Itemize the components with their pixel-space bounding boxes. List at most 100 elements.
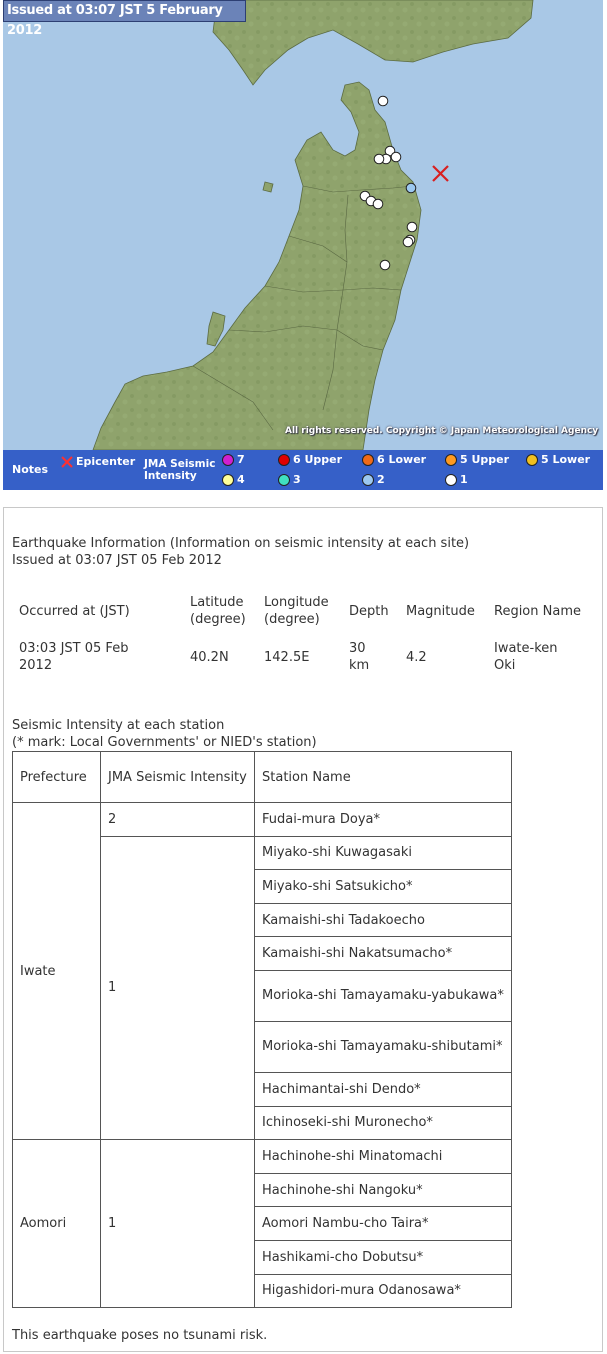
value-occurred: 03:03 JST 05 Feb 2012	[19, 641, 129, 673]
station-cell: Ichinoseki-shi Muronecho*	[254, 1105, 512, 1141]
intensity-5-upper-circle-icon	[445, 453, 457, 466]
header-region: Region Name	[494, 603, 581, 619]
station-cell: Morioka-shi Tamayamaku-shibutami*	[254, 1020, 512, 1073]
summary-header-row: Occurred at (JST) Latitude (degree) Long…	[12, 590, 595, 632]
station-circle-icon	[379, 259, 391, 271]
legend-epicenter-label: Epicenter	[76, 455, 136, 468]
map-legend: Notes Epicenter JMA Seismic Intensity 7 …	[3, 450, 603, 490]
info-issued-line: Issued at 03:07 JST 05 Feb 2012	[12, 553, 222, 568]
intensity-cell: 1	[100, 835, 255, 1141]
prefecture-cell: Iwate	[12, 801, 101, 1141]
info-title-line1: Earthquake Information (Information on s…	[12, 536, 470, 551]
station-cell: Kamaishi-shi Nakatsumacho*	[254, 936, 512, 971]
legend-item-label: 7	[237, 453, 245, 466]
issued-banner: Issued at 03:07 JST 5 February 2012	[3, 0, 246, 38]
legend-item-label: 6 Lower	[377, 453, 427, 466]
legend-item-label: 6 Upper	[293, 453, 343, 466]
legend-item-label: 5 Lower	[541, 453, 591, 466]
info-title: Earthquake Information (Information on s…	[12, 535, 469, 569]
table-row: Aomori 1 Hachinohe-shi Minatomachi	[12, 1139, 512, 1309]
legend-item-1: 1	[445, 473, 468, 486]
station-cell: Miyako-shi Kuwagasaki	[254, 835, 512, 871]
copyright-notice: All rights reserved. Copyright © Japan M…	[285, 426, 599, 436]
value-latitude: 40.2N	[190, 649, 229, 665]
legend-jma-label: JMA Seismic Intensity	[144, 458, 215, 482]
seismic-map: Issued at 03:07 JST 5 February 2012 All …	[3, 0, 603, 490]
station-cell: Fudai-mura Doya*	[254, 802, 512, 837]
intensity-cell: 2	[100, 802, 255, 837]
station-title-line1: Seismic Intensity at each station	[12, 718, 225, 733]
station-circle-icon	[390, 151, 402, 163]
legend-item-4: 4	[222, 473, 245, 486]
honshu-landmass	[92, 81, 422, 450]
table-row: Iwate 2 Fudai-mura Doya*	[12, 801, 512, 1141]
station-cell: Miyako-shi Satsukicho*	[254, 869, 512, 904]
station-intensity-table: Prefecture JMA Seismic Intensity Station…	[12, 751, 512, 1309]
prefecture-cell: Aomori	[12, 1139, 101, 1309]
legend-item-6-upper: 6 Upper	[278, 453, 342, 466]
earthquake-info-panel: Earthquake Information (Information on s…	[3, 507, 603, 1352]
legend-epicenter: Epicenter	[61, 455, 135, 468]
legend-item-label: 2	[377, 473, 385, 486]
header-intensity: JMA Seismic Intensity	[100, 751, 255, 803]
station-circle-icon	[373, 153, 385, 165]
intensity-1-circle-icon	[445, 473, 457, 486]
station-circle-icon	[406, 221, 418, 233]
station-circle-icon	[377, 95, 389, 107]
station-note-line: (* mark: Local Governments' or NIED's st…	[12, 735, 317, 750]
hokkaido-landmass	[212, 0, 534, 86]
intensity-3-circle-icon	[278, 473, 290, 486]
islet	[262, 181, 274, 193]
legend-jma-line1: JMA Seismic	[144, 458, 216, 470]
station-cell: Higashidori-mura Odanosawa*	[254, 1273, 512, 1309]
station-section-title: Seismic Intensity at each station (* mar…	[12, 717, 317, 751]
intensity-4-circle-icon	[222, 473, 234, 486]
epicenter-x-mark-icon	[61, 455, 73, 468]
station-cell: Hachimantai-shi Dendo*	[254, 1071, 512, 1107]
legend-notes-label: Notes	[12, 463, 49, 476]
earthquake-summary-table: Occurred at (JST) Latitude (degree) Long…	[12, 590, 595, 678]
intensity-6-lower-circle-icon	[362, 453, 374, 466]
station-circle-icon	[372, 198, 384, 210]
header-station-name: Station Name	[254, 751, 512, 803]
value-magnitude: 4.2	[406, 649, 427, 665]
summary-value-row: 03:03 JST 05 Feb 2012 40.2N 142.5E 30 km…	[12, 632, 595, 678]
header-occurred: Occurred at (JST)	[19, 603, 130, 619]
station-circle-icon	[402, 236, 414, 248]
intensity-7-circle-icon	[222, 453, 234, 466]
station-cell: Kamaishi-shi Tadakoecho	[254, 902, 512, 938]
legend-item-5-lower: 5 Lower	[526, 453, 590, 466]
intensity-5-lower-circle-icon	[526, 453, 538, 466]
header-prefecture: Prefecture	[12, 751, 101, 803]
station-circle-icon	[405, 182, 417, 194]
legend-jma-line2: Intensity	[144, 470, 197, 482]
legend-item-7: 7	[222, 453, 245, 466]
station-cell: Aomori Nambu-cho Taira*	[254, 1206, 512, 1241]
intensity-2-circle-icon	[362, 473, 374, 486]
legend-item-2: 2	[362, 473, 385, 486]
station-header-row: Prefecture JMA Seismic Intensity Station…	[12, 751, 512, 803]
legend-item-5-upper: 5 Upper	[445, 453, 509, 466]
station-cell: Hachinohe-shi Minatomachi	[254, 1139, 512, 1174]
legend-item-6-lower: 6 Lower	[362, 453, 426, 466]
epicenter-x-mark-icon	[432, 165, 449, 182]
intensity-6-upper-circle-icon	[278, 453, 290, 466]
map-canvas	[92, 0, 534, 450]
value-depth: 30 km	[349, 641, 370, 673]
header-magnitude: Magnitude	[406, 603, 475, 619]
header-depth: Depth	[349, 603, 389, 619]
value-longitude: 142.5E	[264, 649, 310, 665]
legend-item-3: 3	[278, 473, 301, 486]
header-longitude: Longitude (degree)	[264, 595, 329, 627]
station-cell: Morioka-shi Tamayamaku-yabukawa*	[254, 969, 512, 1022]
legend-item-label: 5 Upper	[460, 453, 510, 466]
legend-item-label: 3	[293, 473, 301, 486]
station-cell: Hashikami-cho Dobutsu*	[254, 1239, 512, 1275]
legend-item-label: 4	[237, 473, 245, 486]
value-region: Iwate-ken Oki	[494, 641, 558, 673]
legend-item-label: 1	[460, 473, 468, 486]
intensity-cell: 1	[100, 1139, 255, 1309]
header-latitude: Latitude (degree)	[190, 595, 246, 627]
station-cell: Hachinohe-shi Nangoku*	[254, 1172, 512, 1208]
tsunami-notice: This earthquake poses no tsunami risk.	[12, 1328, 268, 1343]
